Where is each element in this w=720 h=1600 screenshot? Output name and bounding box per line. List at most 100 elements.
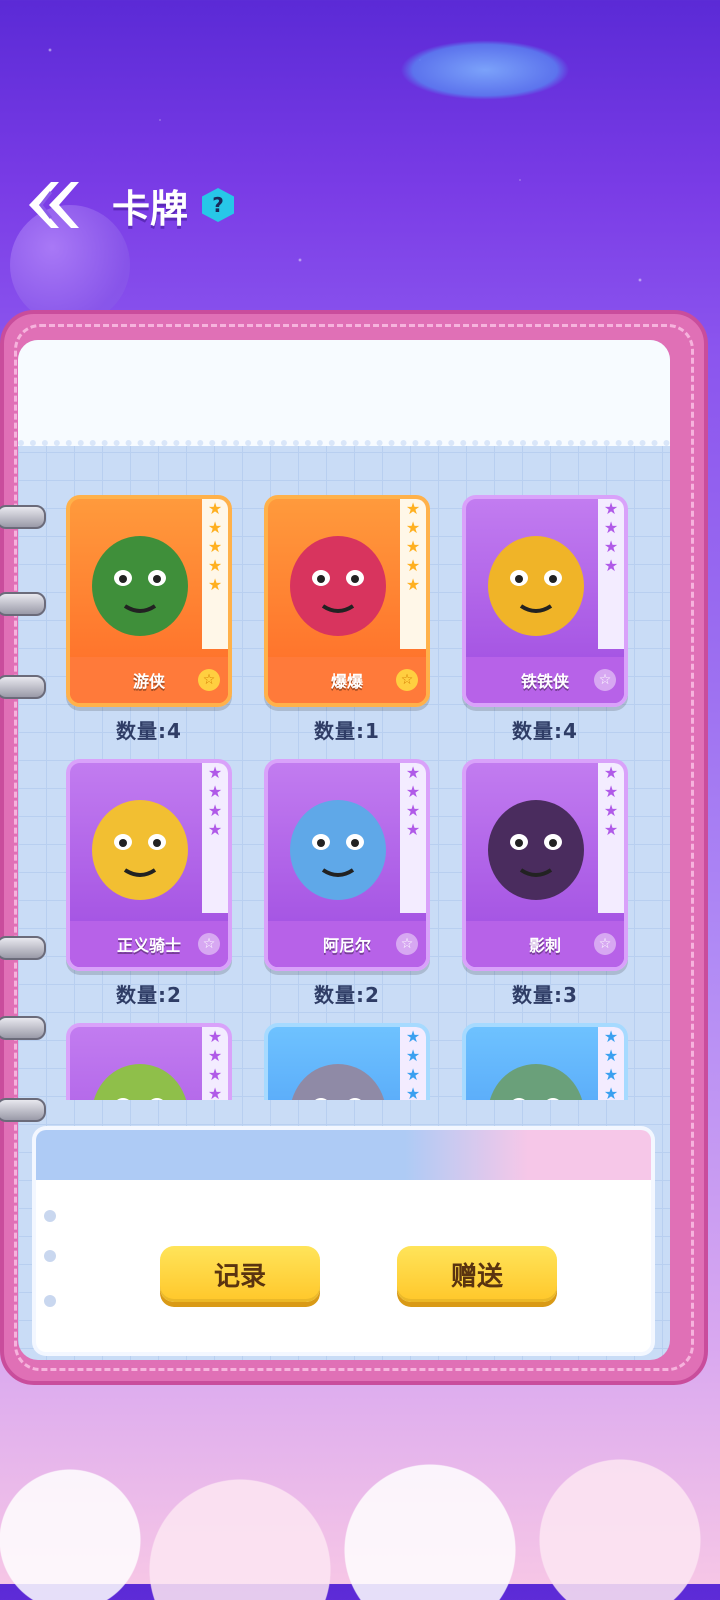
hero-card[interactable]: ★ ★ ★ ★ ★ 爆爆 ☆ xyxy=(264,495,430,707)
star-icon: ★ xyxy=(405,1065,421,1084)
hero-card[interactable]: ★ ★ ★ ★ xyxy=(66,1023,232,1100)
star-badge-icon: ☆ xyxy=(396,669,418,691)
ufo-decoration xyxy=(400,40,570,100)
hero-card[interactable]: ★ ★ ★ ★ xyxy=(462,1023,628,1100)
hero-card[interactable]: ★ ★ ★ ★ 正义骑士 ☆ xyxy=(66,759,232,971)
record-button[interactable]: 记录 xyxy=(160,1246,320,1302)
card-cell: ★ ★ ★ ★ ★ 游侠 ☆ 数量:4 xyxy=(44,490,242,752)
star-icon: ★ xyxy=(405,801,421,820)
clouds-decoration xyxy=(0,1430,720,1600)
card-cell: ★ ★ ★ ★ 阿尼尔 ☆ 数量:2 xyxy=(242,754,440,1016)
card-count: 数量:3 xyxy=(512,983,578,1007)
star-icon: ★ xyxy=(405,518,421,537)
card-count: 数量:2 xyxy=(314,983,380,1007)
star-icon: ★ xyxy=(603,1046,619,1065)
double-chevron-left-icon xyxy=(29,182,79,228)
rarity-stripe: ★ ★ ★ ★ xyxy=(202,763,228,913)
card-cell: ★ ★ ★ ★ 正义骑士 ☆ 数量:2 xyxy=(44,754,242,1016)
card-cell: ★ ★ ★ ★ 影刺 ☆ 数量:3 xyxy=(440,754,638,1016)
rarity-stripe: ★ ★ ★ ★ xyxy=(598,763,624,913)
star-badge-icon: ☆ xyxy=(396,933,418,955)
rarity-stripe: ★ ★ ★ ★ xyxy=(202,1027,228,1100)
star-icon: ★ xyxy=(405,556,421,575)
star-badge-icon: ☆ xyxy=(198,933,220,955)
page-header-strip xyxy=(18,340,670,446)
star-icon: ★ xyxy=(603,820,619,839)
back-button[interactable] xyxy=(20,177,82,233)
rarity-stripe: ★ ★ ★ ★ xyxy=(598,1027,624,1100)
star-icon: ★ xyxy=(405,499,421,518)
card-count: 数量:4 xyxy=(512,719,578,743)
star-icon: ★ xyxy=(207,763,223,782)
star-icon: ★ xyxy=(405,820,421,839)
star-icon: ★ xyxy=(405,1046,421,1065)
binder-ring xyxy=(0,675,46,699)
star-icon: ★ xyxy=(405,763,421,782)
hero-card[interactable]: ★ ★ ★ ★ 阿尼尔 ☆ xyxy=(264,759,430,971)
card-cell: ★ ★ ★ ★ xyxy=(44,1018,242,1100)
star-badge-icon: ☆ xyxy=(594,669,616,691)
star-icon: ★ xyxy=(207,782,223,801)
help-icon[interactable]: ? xyxy=(202,188,235,222)
star-icon: ★ xyxy=(405,537,421,556)
star-icon: ★ xyxy=(405,782,421,801)
star-icon: ★ xyxy=(603,1027,619,1046)
rarity-stripe: ★ ★ ★ ★ xyxy=(400,1027,426,1100)
card-cell: ★ ★ ★ ★ xyxy=(440,1018,638,1100)
panel-strip xyxy=(36,1130,651,1180)
hero-portrait xyxy=(80,513,200,643)
rarity-stripe: ★ ★ ★ ★ xyxy=(598,499,624,649)
hero-card[interactable]: ★ ★ ★ ★ ★ 游侠 ☆ xyxy=(66,495,232,707)
binder-ring xyxy=(0,592,46,616)
card-cell: ★ ★ ★ ★ xyxy=(242,1018,440,1100)
star-icon: ★ xyxy=(207,1046,223,1065)
header: 卡牌 ? xyxy=(20,175,235,235)
star-icon: ★ xyxy=(405,1027,421,1046)
page-title: 卡牌 xyxy=(112,186,189,231)
hero-card[interactable]: ★ ★ ★ ★ xyxy=(264,1023,430,1100)
binder-ring xyxy=(0,1016,46,1040)
card-count: 数量:1 xyxy=(314,719,380,743)
star-icon: ★ xyxy=(603,801,619,820)
star-icon: ★ xyxy=(603,1084,619,1100)
rarity-stripe: ★ ★ ★ ★ xyxy=(400,763,426,913)
star-icon: ★ xyxy=(603,537,619,556)
star-icon: ★ xyxy=(603,1065,619,1084)
hero-portrait xyxy=(278,513,398,643)
hero-portrait xyxy=(476,777,596,907)
hero-portrait xyxy=(476,513,596,643)
star-icon: ★ xyxy=(603,518,619,537)
star-icon: ★ xyxy=(207,518,223,537)
gift-button[interactable]: 赠送 xyxy=(397,1246,557,1302)
star-icon: ★ xyxy=(207,537,223,556)
hero-card[interactable]: ★ ★ ★ ★ 铁铁侠 ☆ xyxy=(462,495,628,707)
star-icon: ★ xyxy=(207,820,223,839)
binder-ring xyxy=(0,1098,46,1122)
hero-portrait xyxy=(80,777,200,907)
star-icon: ★ xyxy=(603,556,619,575)
card-cell: ★ ★ ★ ★ ★ 爆爆 ☆ 数量:1 xyxy=(242,490,440,752)
star-icon: ★ xyxy=(207,801,223,820)
rarity-stripe: ★ ★ ★ ★ ★ xyxy=(202,499,228,649)
card-cell: ★ ★ ★ ★ 铁铁侠 ☆ 数量:4 xyxy=(440,490,638,752)
star-icon: ★ xyxy=(603,499,619,518)
panel-hole xyxy=(44,1250,56,1262)
star-badge-icon: ☆ xyxy=(198,669,220,691)
card-grid: ★ ★ ★ ★ ★ 游侠 ☆ 数量:4 ★ ★ ★ ★ ★ 爆爆 ☆ 数量:1 ★ ★ ★ ★ 铁铁侠 ☆ 数量:4 ★ ★ ★ ★… xyxy=(44,490,664,1100)
action-panel xyxy=(36,1130,651,1352)
hero-card[interactable]: ★ ★ ★ ★ 影刺 ☆ xyxy=(462,759,628,971)
panel-hole xyxy=(44,1210,56,1222)
star-icon: ★ xyxy=(603,782,619,801)
hero-portrait xyxy=(278,777,398,907)
card-count: 数量:2 xyxy=(116,983,182,1007)
panel-hole xyxy=(44,1295,56,1307)
rarity-stripe: ★ ★ ★ ★ ★ xyxy=(400,499,426,649)
star-icon: ★ xyxy=(405,575,421,594)
star-badge-icon: ☆ xyxy=(594,933,616,955)
star-icon: ★ xyxy=(207,575,223,594)
hero-portrait xyxy=(80,1041,200,1100)
hero-portrait xyxy=(476,1041,596,1100)
star-icon: ★ xyxy=(405,1084,421,1100)
star-icon: ★ xyxy=(207,556,223,575)
binder-ring xyxy=(0,936,46,960)
